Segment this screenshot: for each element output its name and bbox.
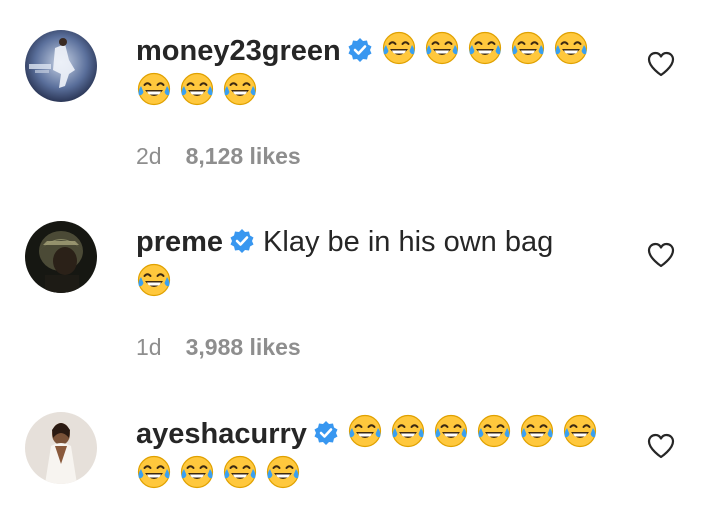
tears-of-joy-emoji-icon	[347, 413, 383, 449]
tears-of-joy-emoji-icon	[265, 454, 301, 490]
comment-meta: 1d 3,988 likes	[136, 333, 301, 361]
woman-in-white-avatar-icon	[25, 412, 97, 484]
verified-badge-icon	[229, 228, 255, 254]
tears-of-joy-emoji-icon	[179, 71, 215, 107]
avatar[interactable]	[25, 412, 97, 484]
heart-icon[interactable]	[647, 51, 675, 77]
tears-of-joy-emoji-icon	[476, 413, 512, 449]
emoji-row	[136, 263, 179, 299]
comment-body: money23green	[136, 30, 616, 112]
tears-of-joy-emoji-icon	[519, 413, 555, 449]
comment-body: preme Klay be in his own bag	[136, 222, 616, 303]
username[interactable]: ayeshacurry	[136, 418, 307, 450]
avatar[interactable]	[25, 30, 97, 102]
avatar[interactable]	[25, 221, 97, 293]
tears-of-joy-emoji-icon	[562, 413, 598, 449]
verified-badge-icon	[347, 37, 373, 63]
basketball-player-avatar-icon	[25, 30, 97, 102]
likes-count[interactable]: 3,988 likes	[186, 334, 301, 360]
tears-of-joy-emoji-icon	[424, 30, 460, 66]
comment-time[interactable]: 1d	[136, 334, 162, 360]
comment-time[interactable]: 2d	[136, 143, 162, 169]
tears-of-joy-emoji-icon	[390, 413, 426, 449]
tears-of-joy-emoji-icon	[381, 30, 417, 66]
heart-icon[interactable]	[647, 242, 675, 268]
tears-of-joy-emoji-icon	[510, 30, 546, 66]
comment-body: ayeshacurry	[136, 413, 616, 495]
tears-of-joy-emoji-icon	[222, 71, 258, 107]
tears-of-joy-emoji-icon	[467, 30, 503, 66]
tears-of-joy-emoji-icon	[179, 454, 215, 490]
comment-text: Klay be in his own bag	[263, 226, 554, 258]
tears-of-joy-emoji-icon	[222, 454, 258, 490]
username[interactable]: preme	[136, 226, 223, 258]
tears-of-joy-emoji-icon	[553, 30, 589, 66]
username[interactable]: money23green	[136, 35, 341, 67]
comment-meta: 2d 8,128 likes	[136, 142, 301, 170]
tears-of-joy-emoji-icon	[136, 454, 172, 490]
hooded-man-avatar-icon	[25, 221, 97, 293]
verified-badge-icon	[313, 420, 339, 446]
heart-icon[interactable]	[647, 433, 675, 459]
tears-of-joy-emoji-icon	[433, 413, 469, 449]
tears-of-joy-emoji-icon	[136, 262, 172, 298]
tears-of-joy-emoji-icon	[136, 71, 172, 107]
likes-count[interactable]: 8,128 likes	[186, 143, 301, 169]
